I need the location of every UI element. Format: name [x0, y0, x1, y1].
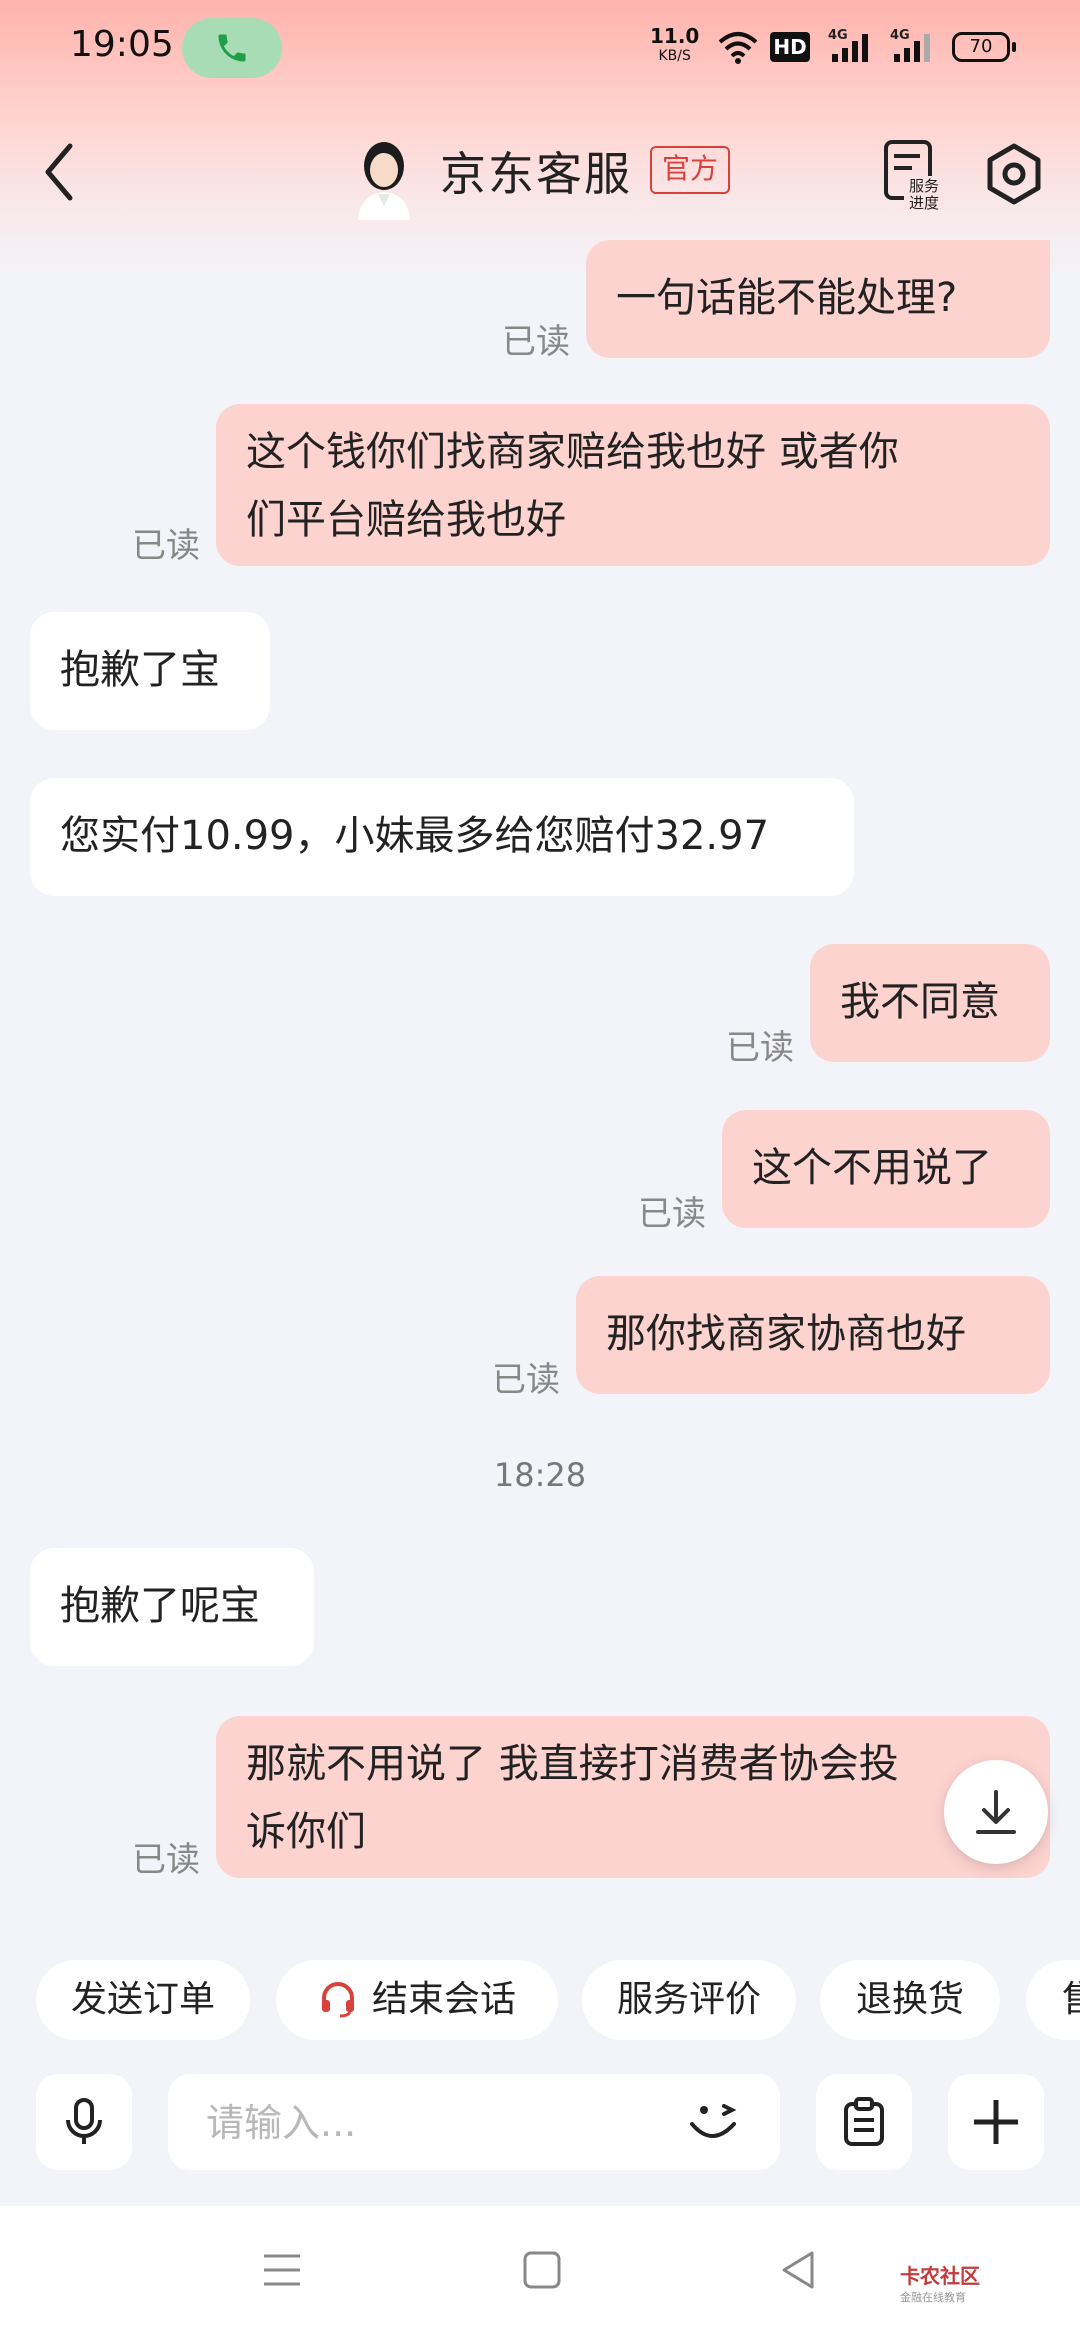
net-speed-unit: KB/S: [658, 48, 691, 64]
headset-icon: [321, 1982, 354, 2018]
network-speed: 11.0 KB/S: [650, 26, 699, 66]
quick-actions-bar: 发送订单 结束会话 服务评价 退换货 售: [0, 1960, 1080, 2042]
scroll-to-bottom-button[interactable]: [944, 1760, 1048, 1864]
home-icon[interactable]: [522, 2250, 562, 2290]
watermark-slogan: 金融在线教育: [900, 2291, 966, 2304]
message-input-box[interactable]: [168, 2074, 780, 2170]
chip-label: 退换货: [855, 1979, 964, 2020]
plus-icon: [974, 2100, 1018, 2144]
clipboard-icon: [844, 2097, 884, 2146]
service-progress-label-2: 进度: [909, 194, 939, 210]
quick-send-order[interactable]: 发送订单: [36, 1960, 250, 2040]
emoji-icon[interactable]: [684, 2094, 748, 2150]
chip-label: 发送订单: [70, 1979, 215, 2020]
chip-label: 结束会话: [371, 1979, 516, 2020]
quick-rate-service[interactable]: 服务评价: [582, 1960, 796, 2040]
chip-label: 售: [1062, 1979, 1080, 2020]
microphone-icon: [66, 2098, 102, 2144]
arrow-down-icon: [976, 1790, 1016, 1834]
message-line: 那就不用说了 我直接打消费者协会投: [246, 1741, 899, 1787]
read-receipt: 已读: [638, 1194, 706, 1234]
my-message[interactable]: 那你找商家协商也好: [576, 1276, 1050, 1394]
message-line: 这个钱你们找商家赔给我也好 或者你: [246, 429, 899, 475]
read-receipt: 已读: [132, 526, 200, 566]
back-arrow-icon[interactable]: [40, 140, 80, 204]
menu-icon[interactable]: [262, 2250, 302, 2290]
service-progress-icon[interactable]: 服务 进度: [880, 138, 944, 210]
watermark-logo: 卡农社区 金融在线教育: [900, 2260, 980, 2305]
system-nav-bar: 卡农社区 金融在线教育: [0, 2206, 1080, 2340]
quick-end-session[interactable]: 结束会话: [276, 1960, 558, 2040]
signal-icon: [832, 34, 868, 62]
quick-more[interactable]: 售: [1026, 1960, 1080, 2040]
wifi-icon: [718, 32, 758, 64]
agent-message[interactable]: 您实付10.99，小妹最多给您赔付32.97: [30, 778, 854, 896]
quick-return-exchange[interactable]: 退换货: [820, 1960, 1000, 2040]
phone-icon: [218, 34, 246, 62]
read-receipt: 已读: [492, 1360, 560, 1400]
my-message[interactable]: 这个不用说了: [722, 1110, 1050, 1228]
battery-indicator: 70: [952, 32, 1016, 62]
hd-voice-icon: HD: [770, 32, 810, 62]
message-input[interactable]: [204, 2094, 668, 2152]
voice-button[interactable]: [36, 2074, 132, 2170]
agent-message[interactable]: 抱歉了呢宝: [30, 1548, 314, 1666]
read-receipt: 已读: [726, 1028, 794, 1068]
my-message[interactable]: 这个钱你们找商家赔给我也好 或者你 们平台赔给我也好: [216, 404, 1050, 566]
agent-message[interactable]: 抱歉了宝: [30, 612, 270, 730]
more-options-button[interactable]: [948, 2074, 1044, 2170]
back-icon[interactable]: [778, 2250, 818, 2290]
message-line: 们平台赔给我也好: [246, 497, 566, 543]
status-time: 19:05: [70, 24, 174, 65]
signal-icon-2: [894, 34, 930, 62]
read-receipt: 已读: [132, 1840, 200, 1880]
chat-title: 京东客服: [440, 147, 632, 201]
my-message[interactable]: 一句话能不能处理?: [586, 240, 1050, 358]
service-progress-label-1: 服务: [909, 177, 939, 195]
read-receipt: 已读: [502, 322, 570, 362]
message-timestamp: 18:28: [493, 1456, 587, 1494]
message-line: 诉你们: [246, 1809, 366, 1855]
chip-label: 服务评价: [616, 1979, 761, 2020]
watermark-brand: 卡农社区: [900, 2264, 980, 2288]
agent-avatar: [358, 142, 410, 220]
input-bar: [0, 2068, 1080, 2188]
quick-phrase-button[interactable]: [816, 2074, 912, 2170]
chat-header: 京东客服 官方 服务 进度: [0, 110, 1080, 230]
settings-icon[interactable]: [984, 142, 1044, 206]
official-badge: 官方: [650, 146, 731, 194]
my-message[interactable]: 我不同意: [810, 944, 1050, 1062]
status-bar: 19:05 11.0 KB/S HD 4G 4G 70: [0, 0, 1080, 100]
net-speed-value: 11.0: [650, 24, 700, 48]
my-message[interactable]: 那就不用说了 我直接打消费者协会投 诉你们: [216, 1716, 1050, 1878]
ongoing-call-pill[interactable]: [182, 18, 282, 78]
